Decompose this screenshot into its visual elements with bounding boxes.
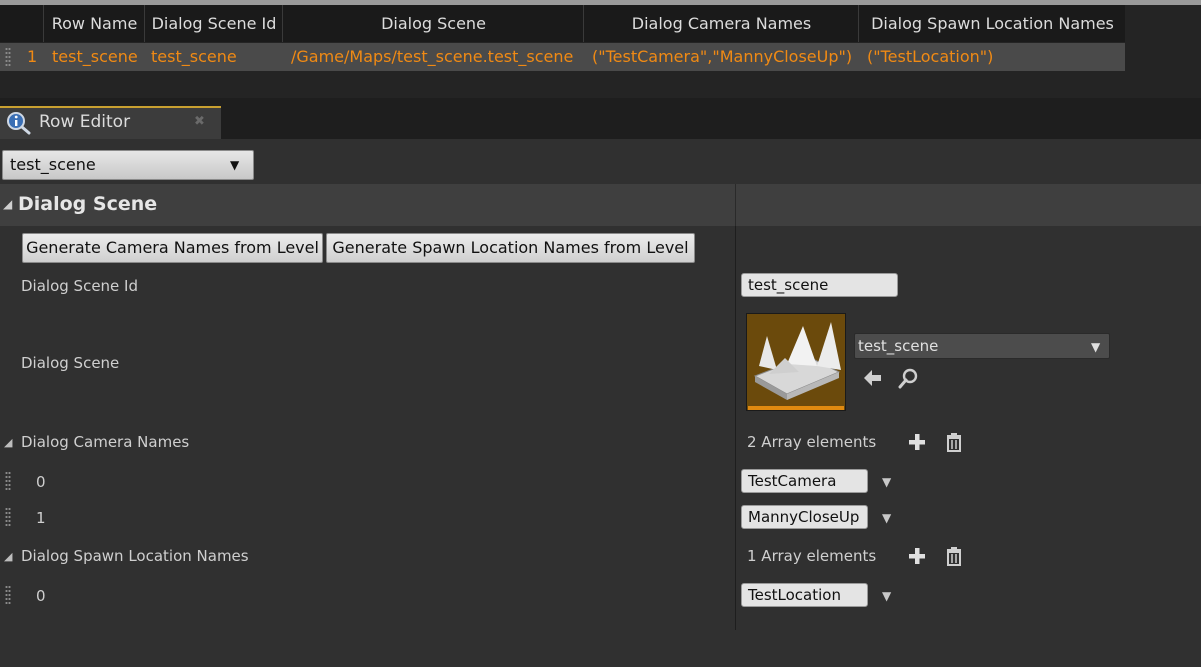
chevron-down-icon[interactable]: ▼ — [230, 158, 239, 172]
expand-caret-icon[interactable]: ◢ — [4, 550, 12, 564]
array-count-label: 1 Array elements — [747, 547, 877, 565]
row-selector-value: test_scene — [10, 155, 96, 174]
plus-icon[interactable] — [906, 545, 928, 567]
drag-grip-icon[interactable] — [5, 471, 11, 491]
cell-row-name: test_scene — [52, 47, 138, 66]
row-editor-magnifier-info-icon — [7, 112, 31, 135]
tab-title: Row Editor — [39, 112, 131, 132]
column-header-dialog-scene[interactable]: Dialog Scene — [284, 5, 584, 42]
chevron-down-icon[interactable]: ▼ — [882, 589, 891, 603]
trash-icon[interactable] — [943, 431, 965, 453]
category-header[interactable] — [0, 184, 1201, 226]
column-header-dialog-spawn-location-names[interactable]: Dialog Spawn Location Names — [860, 5, 1125, 42]
close-icon[interactable]: ✖ — [194, 113, 205, 131]
chevron-down-icon[interactable]: ▼ — [882, 511, 891, 525]
expand-caret-icon[interactable]: ◢ — [3, 197, 12, 211]
dialog-scene-id-field[interactable]: test_scene — [741, 273, 898, 297]
cell-dialog-camera-names: ("TestCamera","MannyCloseUp") — [592, 47, 853, 66]
chevron-down-icon[interactable]: ▼ — [1091, 340, 1100, 354]
cell-dialog-scene-id: test_scene — [151, 47, 237, 66]
drag-grip-icon[interactable] — [5, 507, 11, 527]
generate-camera-names-button[interactable]: Generate Camera Names from Level — [22, 233, 323, 263]
arrow-left-icon[interactable] — [862, 367, 884, 389]
trash-icon[interactable] — [943, 545, 965, 567]
chevron-down-icon[interactable]: ▼ — [882, 475, 891, 489]
row-index: 1 — [27, 47, 38, 66]
property-label-dialog-spawn-location-names: Dialog Spawn Location Names — [21, 547, 249, 565]
array-count-label: 2 Array elements — [747, 433, 877, 451]
category-title: Dialog Scene — [18, 193, 158, 215]
camera-name-element-1[interactable]: MannyCloseUp — [741, 505, 868, 529]
column-splitter[interactable] — [735, 184, 736, 226]
dialog-scene-asset-value: test_scene — [858, 337, 939, 355]
search-icon[interactable] — [898, 367, 920, 389]
asset-type-bar — [748, 406, 844, 410]
column-header-dialog-camera-names[interactable]: Dialog Camera Names — [585, 5, 859, 42]
array-element-index: 0 — [36, 587, 46, 605]
property-label-dialog-scene: Dialog Scene — [21, 354, 120, 372]
property-label-dialog-scene-id: Dialog Scene Id — [21, 277, 138, 295]
drag-grip-icon[interactable] — [5, 47, 11, 67]
column-header-dialog-scene-id[interactable]: Dialog Scene Id — [146, 5, 283, 42]
spawn-location-name-element-0[interactable]: TestLocation — [741, 583, 868, 607]
array-element-index: 1 — [36, 509, 46, 527]
column-header-index[interactable] — [0, 5, 44, 42]
level-map-thumbnail-icon[interactable] — [746, 313, 846, 411]
property-label-dialog-camera-names: Dialog Camera Names — [21, 433, 190, 451]
column-splitter[interactable] — [735, 226, 736, 630]
cell-dialog-spawn-location-names: ("TestLocation") — [867, 47, 994, 66]
plus-icon[interactable] — [906, 431, 928, 453]
generate-spawn-location-names-button[interactable]: Generate Spawn Location Names from Level — [326, 233, 695, 263]
drag-grip-icon[interactable] — [5, 585, 11, 605]
expand-caret-icon[interactable]: ◢ — [4, 436, 12, 450]
cell-dialog-scene: /Game/Maps/test_scene.test_scene — [291, 47, 574, 66]
camera-name-element-0[interactable]: TestCamera — [741, 469, 868, 493]
column-header-row-name[interactable]: Row Name — [45, 5, 145, 42]
array-element-index: 0 — [36, 473, 46, 491]
